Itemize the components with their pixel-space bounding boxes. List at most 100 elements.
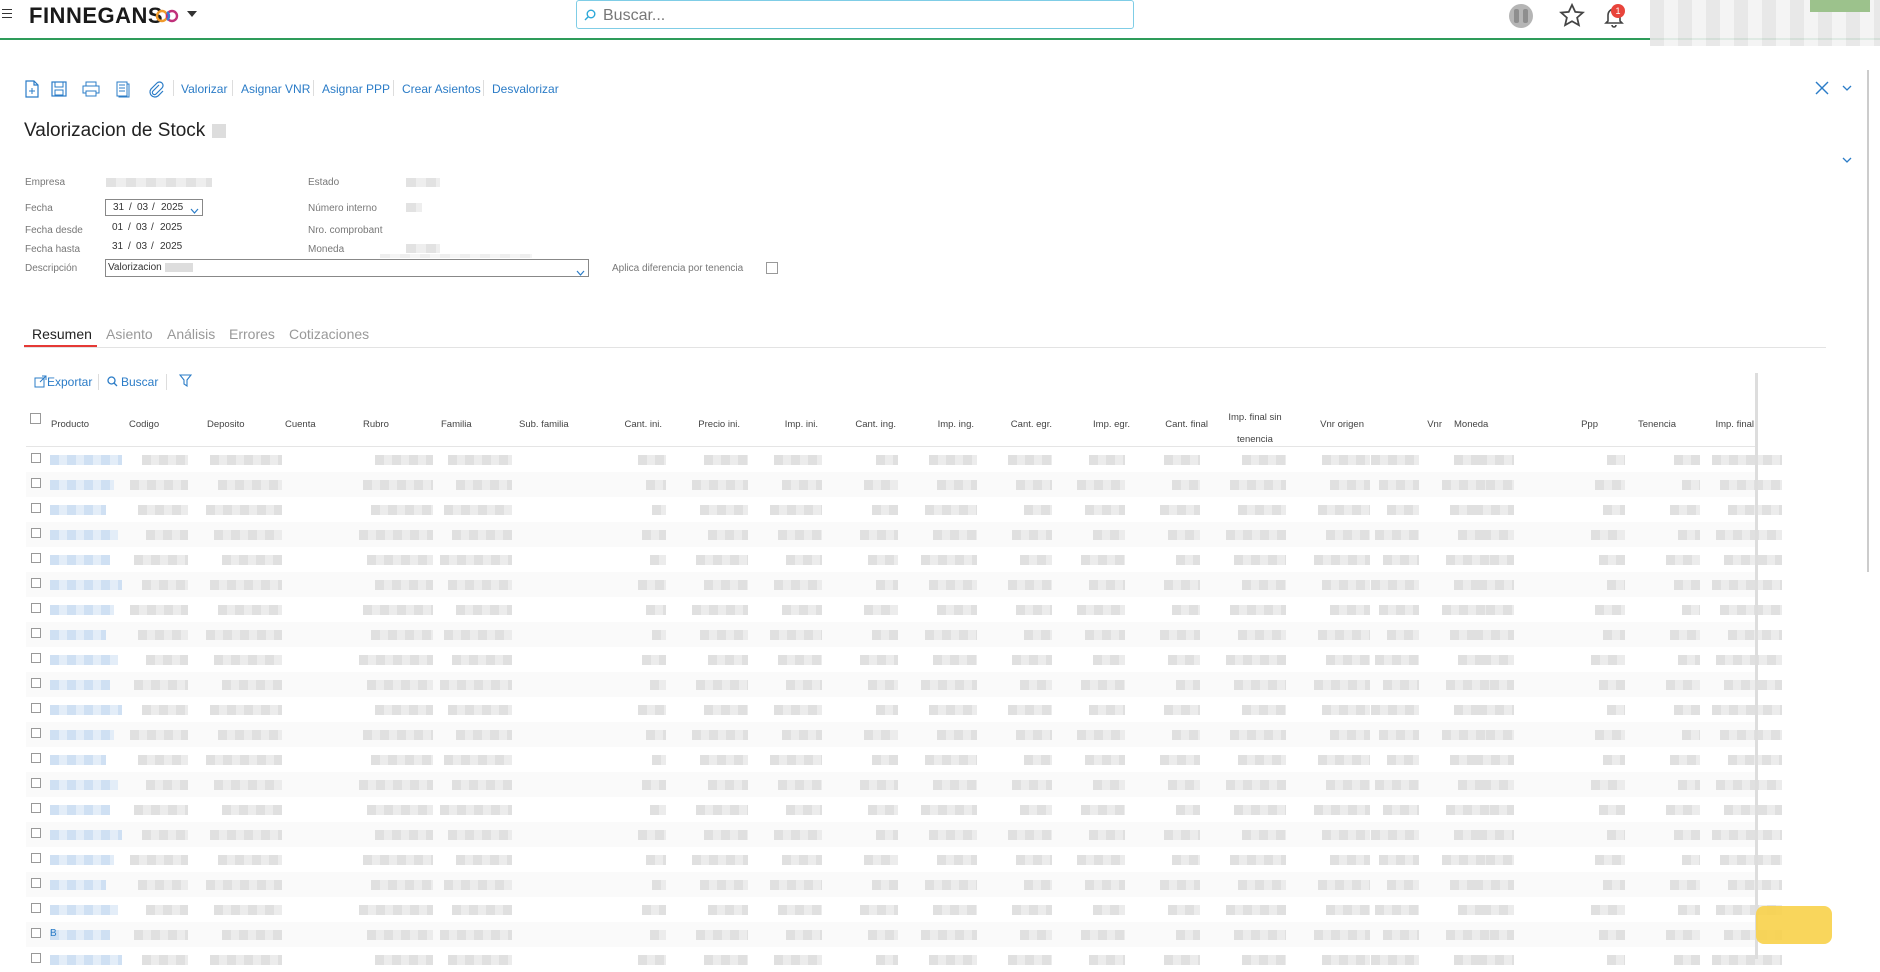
tab-asiento[interactable]: Asiento	[106, 326, 153, 342]
table-row[interactable]	[26, 497, 1782, 522]
page-scrollbar[interactable]	[1867, 70, 1869, 572]
chevron-down-icon[interactable]	[1842, 156, 1852, 164]
attach-paperclip-icon[interactable]	[147, 80, 165, 98]
column-header[interactable]: Codigo	[129, 419, 159, 430]
column-header[interactable]: Tenencia	[1596, 419, 1676, 430]
column-header[interactable]: Cant. ini.	[582, 419, 663, 430]
product-link[interactable]	[50, 455, 122, 465]
product-link[interactable]	[50, 655, 118, 665]
valorizar-button[interactable]: Valorizar	[181, 82, 227, 96]
date-dropdown-icon[interactable]	[190, 208, 199, 215]
product-link[interactable]	[50, 930, 110, 940]
row-checkbox[interactable]	[31, 553, 41, 563]
row-checkbox[interactable]	[31, 528, 41, 538]
row-checkbox[interactable]	[31, 653, 41, 663]
product-link[interactable]	[50, 905, 118, 915]
column-header[interactable]: Cant. final	[1128, 419, 1208, 430]
row-checkbox[interactable]	[31, 453, 41, 463]
select-all-checkbox[interactable]	[30, 413, 41, 424]
row-checkbox[interactable]	[31, 903, 41, 913]
product-link[interactable]	[50, 580, 122, 590]
list-report-icon[interactable]	[114, 80, 132, 98]
column-header[interactable]: Imp. ing.	[894, 419, 974, 430]
row-checkbox[interactable]	[31, 478, 41, 488]
row-checkbox[interactable]	[31, 828, 41, 838]
table-row[interactable]: B	[26, 922, 1782, 947]
row-checkbox[interactable]	[31, 628, 41, 638]
row-checkbox[interactable]	[31, 853, 41, 863]
column-header[interactable]: Rubro	[363, 419, 389, 430]
product-link[interactable]	[50, 880, 106, 890]
table-row[interactable]	[26, 522, 1782, 547]
row-checkbox[interactable]	[31, 928, 41, 938]
product-link[interactable]	[50, 830, 122, 840]
print-icon[interactable]	[82, 80, 100, 98]
column-header[interactable]: Vnr	[1362, 419, 1442, 430]
table-row[interactable]	[26, 547, 1782, 572]
favorites-star-icon[interactable]	[1558, 2, 1586, 30]
table-row[interactable]	[26, 697, 1782, 722]
fecha-input[interactable]: 31 / 03 / 2025	[105, 199, 203, 216]
search-icon[interactable]	[107, 376, 118, 387]
column-header[interactable]: Precio ini.	[660, 419, 740, 430]
row-checkbox[interactable]	[31, 753, 41, 763]
notification-badge[interactable]: 1	[1611, 4, 1625, 18]
table-row[interactable]	[26, 472, 1782, 497]
row-checkbox[interactable]	[31, 503, 41, 513]
column-header[interactable]: Imp. final sin tenencia	[1220, 407, 1290, 451]
table-row[interactable]	[26, 672, 1782, 697]
column-header[interactable]: Imp. final	[1674, 419, 1754, 430]
new-document-icon[interactable]	[23, 80, 41, 98]
descripcion-input[interactable]: Valorizacion	[105, 259, 589, 277]
logo-dropdown-icon[interactable]	[187, 11, 197, 17]
app-logo[interactable]: FINNEGANS	[29, 3, 163, 29]
asignar-vnr-button[interactable]: Asignar VNR	[241, 82, 310, 96]
product-link-text[interactable]: B	[50, 928, 57, 939]
export-icon[interactable]	[34, 375, 47, 388]
product-link[interactable]	[50, 780, 118, 790]
table-row[interactable]	[26, 797, 1782, 822]
fecha-hasta-input[interactable]: 31 / 03 / 2025	[105, 241, 203, 255]
product-link[interactable]	[50, 805, 110, 815]
product-link[interactable]	[50, 480, 114, 490]
table-row[interactable]	[26, 872, 1782, 897]
column-header[interactable]: Cuenta	[285, 419, 316, 430]
product-link[interactable]	[50, 705, 122, 715]
product-link[interactable]	[50, 530, 118, 540]
row-checkbox[interactable]	[31, 878, 41, 888]
save-icon[interactable]	[50, 80, 68, 98]
row-checkbox[interactable]	[31, 578, 41, 588]
product-link[interactable]	[50, 555, 110, 565]
column-header[interactable]: Moneda	[1454, 419, 1488, 430]
row-checkbox[interactable]	[31, 728, 41, 738]
crear-asientos-button[interactable]: Crear Asientos	[402, 82, 481, 96]
aplica-diferencia-checkbox[interactable]	[766, 262, 778, 274]
org-logo-icon[interactable]	[1508, 3, 1534, 29]
table-row[interactable]	[26, 747, 1782, 772]
table-row[interactable]	[26, 722, 1782, 747]
search-input[interactable]	[601, 5, 1125, 27]
row-checkbox[interactable]	[31, 803, 41, 813]
row-checkbox[interactable]	[31, 603, 41, 613]
column-header[interactable]: Sub. familia	[519, 419, 569, 430]
menu-icon[interactable]	[2, 9, 12, 19]
product-link[interactable]	[50, 505, 106, 515]
grid-search-button[interactable]: Buscar	[121, 375, 158, 389]
column-header[interactable]: Imp. ini.	[738, 419, 818, 430]
column-header[interactable]: Vnr origen	[1284, 419, 1364, 430]
fecha-desde-input[interactable]: 01 / 03 / 2025	[105, 222, 203, 236]
chevron-down-icon[interactable]	[1842, 84, 1852, 92]
column-header[interactable]: Deposito	[207, 419, 245, 430]
table-row[interactable]	[26, 572, 1782, 597]
product-link[interactable]	[50, 680, 110, 690]
column-header[interactable]: Producto	[51, 419, 89, 430]
desvalorizar-button[interactable]: Desvalorizar	[492, 82, 559, 96]
product-link[interactable]	[50, 755, 106, 765]
filter-icon[interactable]	[179, 374, 192, 387]
grid-scrollbar[interactable]	[1755, 373, 1758, 959]
column-header[interactable]: Cant. ing.	[816, 419, 896, 430]
table-row[interactable]	[26, 897, 1782, 922]
row-checkbox[interactable]	[31, 778, 41, 788]
column-header[interactable]: Familia	[441, 419, 472, 430]
tab-cotizaciones[interactable]: Cotizaciones	[289, 326, 369, 342]
